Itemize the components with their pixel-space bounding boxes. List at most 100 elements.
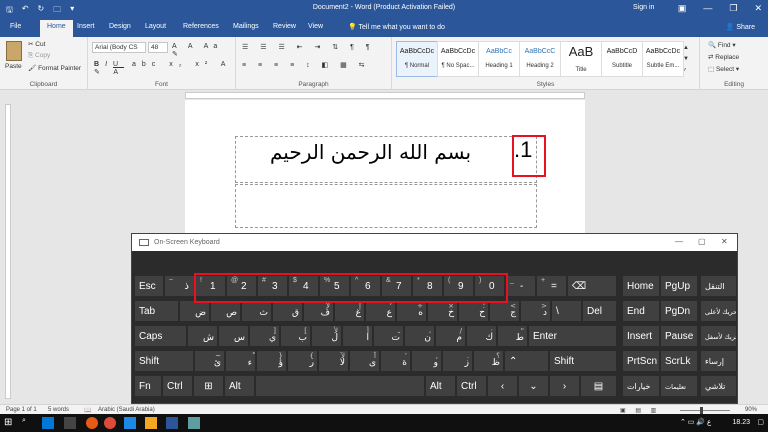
- align-buttons[interactable]: ≡ ≡ ≡ ≡ ↕ ◧ ▦ ⇆: [242, 61, 370, 69]
- maximize-icon[interactable]: ❐: [729, 3, 737, 14]
- osk-key[interactable]: Shift: [549, 350, 617, 372]
- font-size-combo[interactable]: 48: [148, 42, 168, 53]
- osk-key[interactable]: ▤: [580, 375, 617, 397]
- zoom-slider-thumb[interactable]: [700, 407, 703, 414]
- osk-key[interactable]: لآ لا: [318, 350, 349, 372]
- close-icon[interactable]: ✕: [754, 3, 762, 14]
- style-item[interactable]: AaBbCcDc Subtle Em...: [642, 41, 684, 77]
- task-view-icon[interactable]: [42, 417, 54, 429]
- osk-key[interactable]: > د: [520, 300, 551, 322]
- osk-key[interactable]: < ج: [489, 300, 520, 322]
- sign-in-link[interactable]: Sign in: [633, 4, 654, 11]
- osk-key[interactable]: Shift: [134, 350, 194, 372]
- ribbon-display-icon[interactable]: ▣: [678, 3, 687, 14]
- osk-key[interactable]: ⌄: [518, 375, 549, 397]
- osk-key[interactable]: " ط: [497, 325, 528, 347]
- osk-key[interactable]: آى: [349, 350, 380, 372]
- osk-key[interactable]: Caps: [134, 325, 187, 347]
- zoom-slider-track[interactable]: [680, 410, 730, 411]
- start-icon[interactable]: ⊞: [4, 417, 16, 429]
- font-size-buttons[interactable]: A A Aa ✎: [172, 43, 235, 58]
- osk-key[interactable]: لإ ف: [303, 300, 334, 322]
- format-painter-button[interactable]: 🖌 Format Painter: [28, 64, 81, 72]
- chrome-icon[interactable]: [104, 417, 116, 429]
- firefox-icon[interactable]: [86, 417, 98, 429]
- osk-key[interactable]: / م: [435, 325, 466, 347]
- osk-key[interactable]: ق: [272, 300, 303, 322]
- osk-key[interactable]: :ك: [466, 325, 497, 347]
- minimize-icon[interactable]: —: [675, 237, 683, 246]
- word-taskbar-icon[interactable]: [166, 417, 178, 429]
- osk-key[interactable]: .ز: [442, 350, 473, 372]
- tab-view[interactable]: View: [308, 23, 323, 30]
- table-cell-2[interactable]: [235, 184, 537, 228]
- zoom-level[interactable]: 90%: [745, 407, 757, 413]
- osk-key[interactable]: ؟ ظ: [473, 350, 504, 372]
- osk-key[interactable]: Alt: [425, 375, 456, 397]
- osk-key[interactable]: تحريك لأسفل: [700, 325, 737, 347]
- osk-key[interactable]: × خ: [427, 300, 458, 322]
- osk-key[interactable]: Insert: [622, 325, 660, 347]
- osk-key[interactable]: ~ ذ: [164, 275, 195, 297]
- osk-key[interactable]: ـت: [373, 325, 404, 347]
- paste-button[interactable]: Paste: [5, 63, 22, 70]
- font-name-combo[interactable]: Arial (Body CS: [92, 42, 146, 53]
- osk-key[interactable]: ›: [549, 375, 580, 397]
- osk-key[interactable]: ص: [210, 300, 241, 322]
- osk-key[interactable]: ⌫: [567, 275, 617, 297]
- tab-mailings[interactable]: Mailings: [233, 23, 259, 30]
- osk-key[interactable]: PgDn: [660, 300, 698, 322]
- osk-key[interactable]: {ر: [287, 350, 318, 372]
- tab-home[interactable]: Home: [40, 20, 73, 37]
- osk-key[interactable]: \: [551, 300, 582, 322]
- osk-key[interactable]: ,و: [411, 350, 442, 372]
- osk-key[interactable]: } ؤ: [256, 350, 287, 372]
- osk-key[interactable]: Enter: [528, 325, 617, 347]
- tab-references[interactable]: References: [183, 23, 219, 30]
- osk-key[interactable]: _ -: [505, 275, 536, 297]
- copy-button[interactable]: ⎘ Copy: [28, 52, 50, 60]
- restore-icon[interactable]: ▢: [698, 237, 706, 246]
- tab-review[interactable]: Review: [273, 23, 296, 30]
- cut-button[interactable]: ✂ Cut: [28, 40, 45, 48]
- tray-icons[interactable]: ⌃ ▭ 🔊 ع: [680, 418, 711, 426]
- app-icon[interactable]: [124, 417, 136, 429]
- explorer-icon[interactable]: [64, 417, 76, 429]
- osk-key[interactable]: ، ن: [404, 325, 435, 347]
- osk-key[interactable]: [255, 375, 425, 397]
- osk-key[interactable]: لأ ل: [311, 325, 342, 347]
- page-count[interactable]: Page 1 of 1: [6, 407, 37, 413]
- style-item[interactable]: AaBbCcDc ¶ Normal: [396, 41, 438, 77]
- proofing-icon[interactable]: 📖: [84, 407, 91, 414]
- osk-key[interactable]: ‹: [487, 375, 518, 397]
- osk-key[interactable]: تعليمات: [660, 375, 698, 397]
- osk-key[interactable]: Home: [622, 275, 660, 297]
- search-icon[interactable]: ⌕: [22, 417, 34, 429]
- vertical-ruler[interactable]: [5, 104, 11, 399]
- osk-key[interactable]: PrtScn: [622, 350, 660, 372]
- osk-key[interactable]: ث: [241, 300, 272, 322]
- minimize-icon[interactable]: —: [703, 3, 712, 14]
- language-indicator[interactable]: Arabic (Saudi Arabia): [98, 407, 155, 413]
- osk-key[interactable]: Del: [582, 300, 617, 322]
- osk-key[interactable]: ÷ ه: [396, 300, 427, 322]
- clock[interactable]: 18.23: [732, 419, 750, 426]
- find-button[interactable]: 🔍 Find ▾: [708, 41, 736, 49]
- style-item[interactable]: AaBbCc Heading 1: [478, 41, 520, 77]
- style-item[interactable]: AaBbCcD Subtitle: [601, 41, 643, 77]
- tab-tell-me-what-you-want-to-do[interactable]: 💡 Tell me what you want to do: [348, 23, 445, 31]
- osk-key[interactable]: Ctrl: [456, 375, 487, 397]
- osk-key[interactable]: س: [218, 325, 249, 347]
- osk-key[interactable]: أا: [342, 325, 373, 347]
- osk-key[interactable]: Pause: [660, 325, 698, 347]
- osk-key[interactable]: ْء: [225, 350, 256, 372]
- osk-key[interactable]: Fn: [134, 375, 162, 397]
- share-button[interactable]: 👤 Share: [726, 23, 755, 31]
- osk-key[interactable]: + =: [536, 275, 567, 297]
- osk-key[interactable]: ScrLk: [660, 350, 698, 372]
- osk-key[interactable]: PgUp: [660, 275, 698, 297]
- osk-taskbar-icon[interactable]: [188, 417, 200, 429]
- osk-key[interactable]: ] ي: [249, 325, 280, 347]
- osk-key[interactable]: [ب: [280, 325, 311, 347]
- osk-key[interactable]: Alt: [224, 375, 255, 397]
